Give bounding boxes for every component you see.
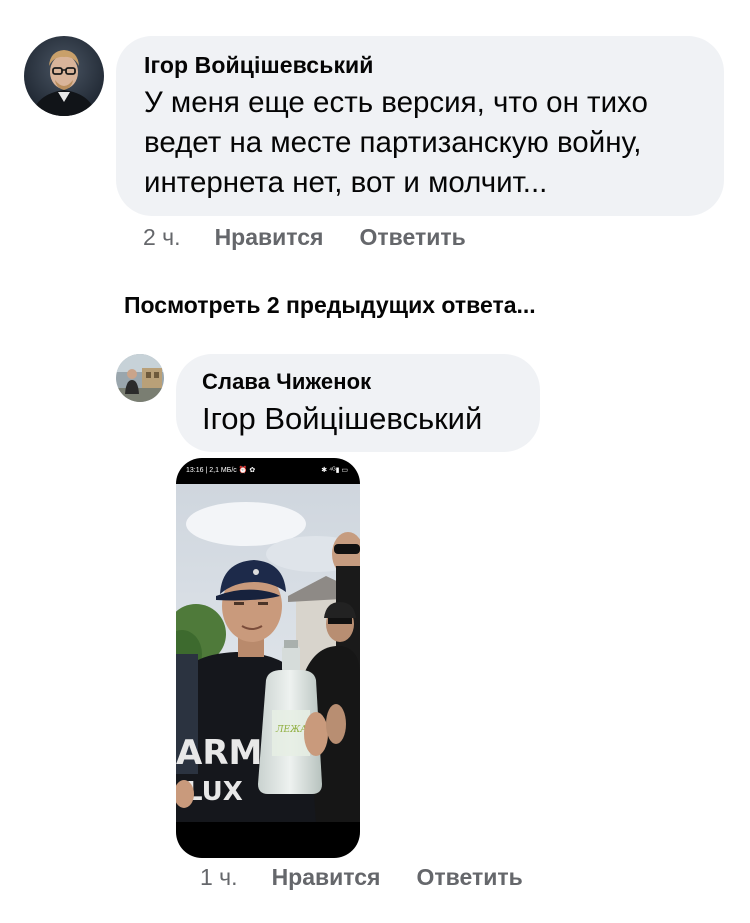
shirt-print-line2: LUX [186, 777, 243, 807]
comment-timestamp[interactable]: 1 ч. [200, 864, 238, 891]
phone-status-bar: 13:16 | 2,1 МБ/с ⏰ ✿ ✱ ⁴ᴳ▮ ▭ [176, 458, 360, 484]
comment-author[interactable]: Ігор Войцішевський [144, 52, 698, 79]
user-avatar-icon [116, 354, 164, 402]
comment-actions-2: 1 ч. Нравится Ответить [200, 864, 523, 891]
status-left: 13:16 | 2,1 МБ/с ⏰ ✿ [186, 467, 256, 474]
reply-button[interactable]: Ответить [359, 224, 465, 251]
avatar-slava[interactable] [116, 354, 164, 402]
user-avatar-icon [24, 36, 104, 116]
status-right: ✱ ⁴ᴳ▮ ▭ [321, 467, 348, 474]
comment-author[interactable]: Слава Чиженок [202, 369, 518, 395]
like-button[interactable]: Нравится [215, 224, 324, 251]
comment-actions-1: 2 ч. Нравится Ответить [143, 224, 466, 251]
comment-bubble-1: Ігор Войцішевський У меня еще есть верси… [116, 36, 724, 216]
attached-photo[interactable]: 13:16 | 2,1 МБ/с ⏰ ✿ ✱ ⁴ᴳ▮ ▭ ARMO LUX ЛЕ… [176, 458, 360, 858]
reply-button[interactable]: Ответить [416, 864, 522, 891]
mention-tag[interactable]: Ігор Войцішевський [202, 401, 518, 437]
like-button[interactable]: Нравится [272, 864, 381, 891]
comment-bubble-2: Слава Чиженок Ігор Войцішевський [176, 354, 540, 452]
avatar-igor[interactable] [24, 36, 104, 116]
view-previous-replies-link[interactable]: Посмотреть 2 предыдущих ответа... [124, 292, 536, 319]
comment-text: У меня еще есть версия, что он тихо веде… [144, 86, 648, 199]
comment-timestamp[interactable]: 2 ч. [143, 224, 181, 251]
photo-content: ARMO LUX ЛЕЖАЄ [176, 484, 360, 822]
